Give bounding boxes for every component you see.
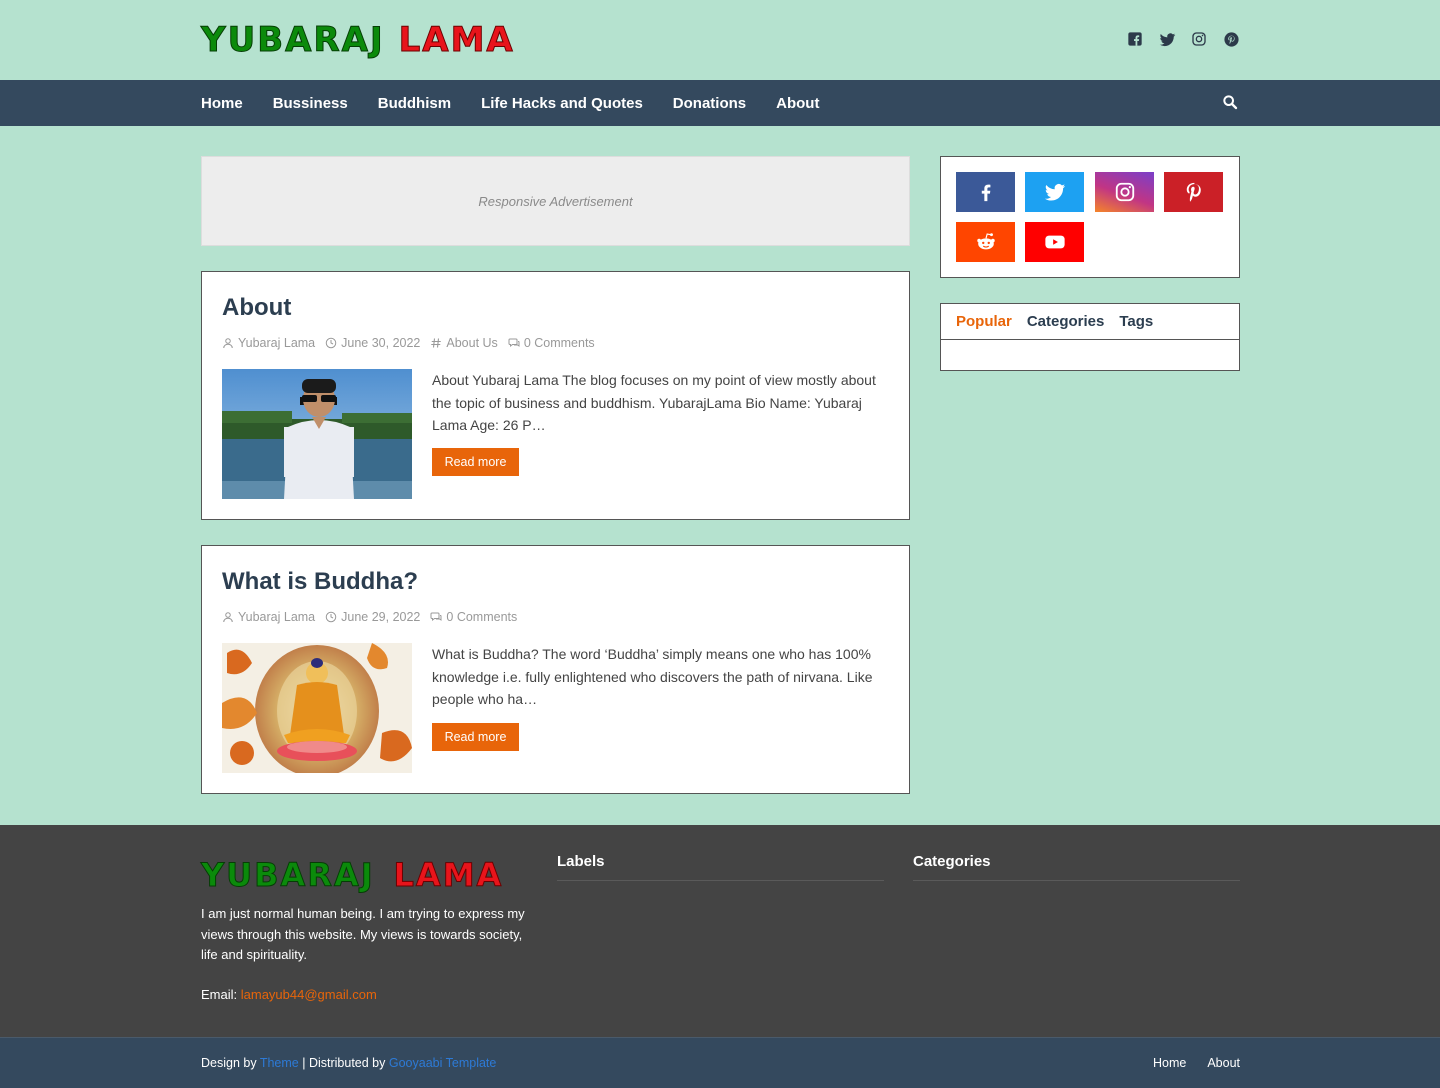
tab-tags[interactable]: Tags — [1119, 313, 1153, 330]
instagram-icon[interactable] — [1190, 30, 1208, 48]
footer-credit: Design by Theme | Distributed by Gooyaab… — [201, 1056, 496, 1070]
footer-logo-text-first: YUBARAJ — [201, 856, 375, 894]
nav-item-home[interactable]: Home — [201, 95, 243, 112]
nav-menu: Home Bussiness Buddhism Life Hacks and Q… — [201, 80, 819, 126]
nav-item-bussiness[interactable]: Bussiness — [273, 95, 348, 112]
instagram-icon[interactable] — [1095, 172, 1154, 212]
nav-item-about[interactable]: About — [776, 95, 819, 112]
credit-design-label: Design by — [201, 1056, 257, 1070]
site-footer: YUBARAJ LAMA I am just normal human bein… — [0, 825, 1440, 1037]
labels-heading: Labels — [557, 853, 884, 881]
read-more-button[interactable]: Read more — [432, 723, 519, 751]
user-icon — [223, 338, 233, 349]
footer-link-about[interactable]: About — [1207, 1056, 1240, 1070]
user-icon — [223, 612, 233, 623]
nav-item-life-hacks[interactable]: Life Hacks and Quotes — [481, 95, 643, 112]
footer-about-text: I am just normal human being. I am tryin… — [201, 906, 525, 962]
email-label: Email: — [201, 987, 238, 1002]
post-label[interactable]: About Us — [430, 336, 498, 350]
post-meta: Yubaraj Lama June 30, 2022 About Us 0 Co… — [222, 336, 595, 350]
tab-popular[interactable]: Popular — [956, 313, 1012, 330]
facebook-icon[interactable] — [956, 172, 1015, 212]
ad-label: Responsive Advertisement — [478, 193, 633, 209]
clock-icon — [325, 337, 337, 349]
hashtag-icon — [431, 338, 442, 348]
credit-gooyaabi-link[interactable]: Gooyaabi Template — [389, 1056, 496, 1070]
post-date: June 29, 2022 — [325, 610, 420, 624]
post-excerpt: About Yubaraj Lama The blog focuses on m… — [432, 372, 876, 433]
pinterest-icon[interactable] — [1164, 172, 1223, 212]
nav-item-buddhism[interactable]: Buddhism — [378, 95, 451, 112]
site-header: YUBARAJ LAMA — [0, 0, 1440, 80]
search-icon[interactable] — [1222, 94, 1240, 112]
footer-labels-widget: Labels — [557, 853, 884, 881]
nav-item-donations[interactable]: Donations — [673, 95, 746, 112]
post-comments[interactable]: 0 Comments — [430, 610, 517, 624]
footer-link-home[interactable]: Home — [1153, 1056, 1186, 1070]
post-date: June 30, 2022 — [325, 336, 420, 350]
logo-text-second: LAMA — [398, 20, 515, 60]
footer-logo[interactable]: YUBARAJ LAMA — [201, 856, 504, 894]
tabs-header: Popular Categories Tags — [941, 304, 1239, 340]
youtube-icon[interactable] — [1025, 222, 1084, 262]
reddit-icon[interactable] — [956, 222, 1015, 262]
header-social-links — [1126, 30, 1240, 48]
footer-menu: Home About — [1153, 1056, 1240, 1070]
email-link[interactable]: lamayub44@gmail.com — [241, 987, 377, 1002]
facebook-icon[interactable] — [1126, 30, 1144, 48]
post-card: What is Buddha? Yubaraj Lama June 29, 20… — [201, 545, 910, 794]
credit-distributed-label: | Distributed by — [302, 1056, 386, 1070]
twitter-icon[interactable] — [1158, 30, 1176, 48]
comments-icon — [430, 612, 442, 621]
social-counter-widget — [940, 156, 1240, 278]
footer-email: Email: lamayub44@gmail.com — [201, 987, 377, 1002]
tabbed-widget: Popular Categories Tags — [940, 303, 1240, 371]
read-more-button[interactable]: Read more — [432, 448, 519, 476]
post-excerpt: What is Buddha? The word ‘Buddha’ simply… — [432, 646, 873, 707]
twitter-icon[interactable] — [1025, 172, 1084, 212]
post-thumbnail[interactable] — [222, 643, 412, 773]
clock-icon — [325, 611, 337, 623]
main-nav: Home Bussiness Buddhism Life Hacks and Q… — [0, 80, 1440, 126]
post-meta: Yubaraj Lama June 29, 2022 0 Comments — [222, 610, 517, 624]
post-card: About Yubaraj Lama June 30, 2022 About U… — [201, 271, 910, 520]
advertisement-banner: Responsive Advertisement — [201, 156, 910, 246]
footer-bottom-bar: Design by Theme | Distributed by Gooyaab… — [0, 1037, 1440, 1088]
post-title[interactable]: About — [222, 294, 291, 322]
post-title[interactable]: What is Buddha? — [222, 568, 418, 596]
credit-theme-link[interactable]: Theme — [260, 1056, 299, 1070]
logo-text-first: YUBARAJ — [201, 20, 385, 60]
footer-logo-text-second: LAMA — [393, 856, 504, 894]
comments-icon — [508, 338, 520, 347]
footer-categories-widget: Categories — [913, 853, 1240, 881]
post-author[interactable]: Yubaraj Lama — [222, 336, 315, 350]
site-logo[interactable]: YUBARAJ LAMA — [201, 20, 515, 60]
categories-heading: Categories — [913, 853, 1240, 881]
post-author[interactable]: Yubaraj Lama — [222, 610, 315, 624]
post-thumbnail[interactable] — [222, 369, 412, 499]
pinterest-icon[interactable] — [1222, 30, 1240, 48]
tab-categories[interactable]: Categories — [1027, 313, 1105, 330]
post-comments[interactable]: 0 Comments — [508, 336, 595, 350]
